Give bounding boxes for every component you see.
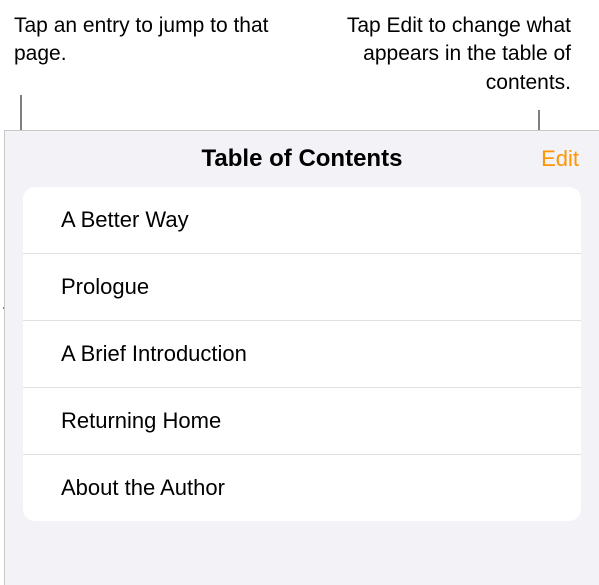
toc-item[interactable]: Returning Home bbox=[23, 388, 581, 455]
edit-button[interactable]: Edit bbox=[541, 146, 579, 172]
toc-item[interactable]: A Brief Introduction bbox=[23, 321, 581, 388]
toc-list: A Better Way Prologue A Brief Introducti… bbox=[23, 187, 581, 521]
panel-title: Table of Contents bbox=[5, 145, 599, 173]
callout-entry-jump: Tap an entry to jump to that page. bbox=[14, 12, 270, 130]
toc-item[interactable]: A Better Way bbox=[23, 187, 581, 254]
toc-panel: Table of Contents Edit A Better Way Prol… bbox=[4, 130, 599, 585]
callout-edit: Tap Edit to change what appears in the t… bbox=[315, 12, 571, 130]
toc-item[interactable]: About the Author bbox=[23, 455, 581, 521]
panel-header: Table of Contents Edit bbox=[5, 131, 599, 187]
toc-item[interactable]: Prologue bbox=[23, 254, 581, 321]
callouts-area: Tap an entry to jump to that page. Tap E… bbox=[0, 0, 599, 130]
